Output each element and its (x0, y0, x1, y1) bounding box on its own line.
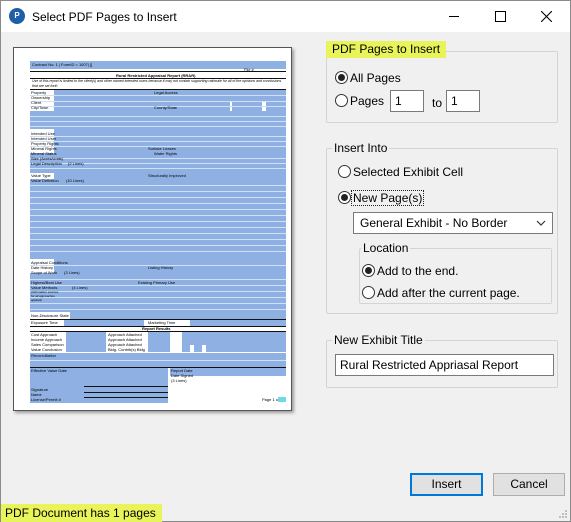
preview-label: (Information sources for all approaches … (31, 290, 59, 302)
dialog-window: P Select PDF Pages to Insert Contract No… (0, 0, 571, 522)
preview-label: License/Permit # (31, 397, 61, 402)
preview-label: Value Conclusion (31, 347, 62, 352)
chevron-down-icon (536, 220, 546, 226)
minimize-button[interactable] (431, 1, 477, 32)
page-from-input[interactable]: 1 (390, 90, 424, 112)
add-to-end-radio[interactable] (362, 264, 375, 277)
preview-label: Listing History (148, 265, 174, 270)
preview-label: (2 Lines) (68, 161, 84, 166)
exhibit-type-dropdown[interactable]: General Exhibit - No Border (353, 212, 553, 234)
preview-label: Non-Disclosure State (31, 313, 69, 318)
pdf-preview: Contract No: 1 | FormID = 1007| [] File … (13, 47, 292, 411)
page-to-label: to (432, 96, 443, 110)
exhibit-title-legend: New Exhibit Title (332, 333, 425, 347)
pdf-pages-group (326, 51, 558, 123)
insert-button[interactable]: Insert (410, 473, 483, 496)
status-text: PDF Document has 1 pages (1, 504, 162, 522)
preview-header-text: Contract No: 1 | FormID = 1007| [] (32, 62, 93, 67)
preview-label: Existing Primary Use (138, 280, 176, 285)
preview-label: Value Definition (31, 178, 59, 183)
exhibit-type-value: General Exhibit - No Border (360, 216, 508, 230)
new-pages-label[interactable]: New Page(s) (350, 190, 425, 206)
close-button[interactable] (523, 1, 569, 32)
preview-label: (3 Lines) (64, 270, 80, 275)
close-icon (541, 11, 552, 22)
exhibit-title-input[interactable]: Rural Restricted Appriasal Report (335, 354, 554, 376)
location-legend: Location (361, 241, 411, 255)
all-pages-label[interactable]: All Pages (350, 71, 401, 85)
preview-label: Legal Description (31, 161, 62, 166)
title-bar[interactable]: P Select PDF Pages to Insert (1, 1, 570, 32)
preview-label: (4 Lines) (72, 285, 88, 290)
preview-label: Page 1 of (262, 397, 280, 402)
preview-label: Water Rights (154, 151, 177, 156)
add-to-end-label[interactable]: Add to the end. (377, 264, 458, 278)
selected-exhibit-cell-radio[interactable] (338, 165, 351, 178)
preview-label: Reconciliation (31, 353, 56, 358)
preview-label: City/Town (31, 105, 49, 110)
maximize-icon (495, 11, 506, 22)
add-after-current-label[interactable]: Add after the current page. (377, 286, 520, 300)
selected-exhibit-cell-label[interactable]: Selected Exhibit Cell (353, 165, 463, 179)
pages-range-radio[interactable] (335, 94, 348, 107)
preview-label: Effective Value Date (31, 368, 67, 373)
all-pages-radio[interactable] (335, 71, 348, 84)
add-after-current-radio[interactable] (362, 286, 375, 299)
preview-label: Scope of Work (31, 270, 58, 275)
preview-label: County/State (154, 105, 178, 110)
page-to-input[interactable]: 1 (446, 90, 480, 112)
minimize-icon (449, 16, 459, 17)
insert-into-legend: Insert Into (332, 141, 390, 155)
preview-label: Legal Access (154, 90, 178, 95)
preview-label: (10 Lines) (66, 178, 84, 183)
preview-label: Marketing Time (148, 320, 176, 325)
resize-grip-icon[interactable] (558, 509, 568, 519)
new-pages-radio[interactable] (338, 191, 351, 204)
pages-range-label[interactable]: Pages (350, 94, 384, 108)
preview-label: Exposure Time (31, 320, 58, 325)
preview-label: Structurally Improved (148, 173, 186, 178)
maximize-button[interactable] (477, 1, 523, 32)
window-title: Select PDF Pages to Insert (32, 10, 177, 24)
preview-label: Bldg. Contrib(s) Bldg (108, 347, 145, 352)
cancel-button[interactable]: Cancel (493, 473, 565, 496)
app-icon: P (9, 8, 25, 24)
pdf-pages-legend: PDF Pages to Insert (326, 41, 447, 58)
preview-intro-text: Use of this report is limited to the cli… (32, 79, 282, 88)
pdf-page-thumbnail: Contract No: 1 | FormID = 1007| [] File … (30, 61, 286, 403)
preview-label: (3 Lines) (171, 378, 187, 383)
